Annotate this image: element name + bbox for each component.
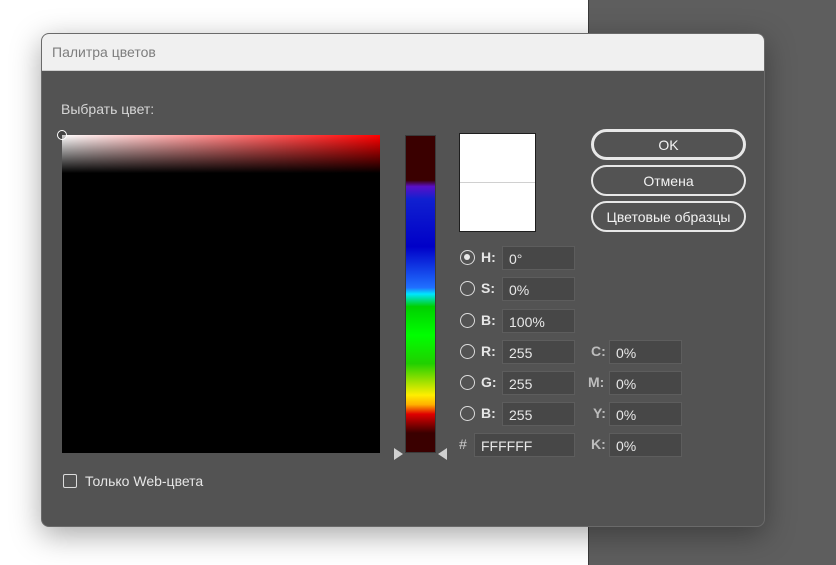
hue-radio[interactable] — [460, 250, 475, 265]
saturation-label: S: — [481, 280, 495, 296]
brightness-label: B: — [481, 312, 496, 328]
hue-slider-handle-left[interactable] — [394, 448, 403, 460]
color-picker-dialog: Палитра цветов Выбрать цвет: OK Отмена Ц… — [41, 33, 765, 527]
black-label: K: — [591, 436, 606, 452]
black-input[interactable]: 0% — [609, 433, 682, 457]
cyan-input[interactable]: 0% — [609, 340, 682, 364]
cyan-label: C: — [591, 343, 606, 359]
ok-button[interactable]: OK — [591, 129, 746, 160]
hue-slider[interactable] — [405, 135, 436, 453]
hue-slider-handle-right[interactable] — [438, 448, 447, 460]
color-field[interactable] — [57, 130, 380, 453]
choose-color-label: Выбрать цвет: — [61, 101, 155, 117]
red-label: R: — [481, 343, 496, 359]
red-radio[interactable] — [460, 344, 475, 359]
color-preview — [459, 133, 536, 232]
preview-divider — [460, 182, 535, 183]
saturation-input[interactable]: 0% — [502, 277, 575, 301]
web-only-checkbox[interactable] — [63, 474, 77, 488]
blue-input[interactable]: 255 — [502, 402, 575, 426]
dialog-title: Палитра цветов — [52, 44, 156, 60]
yellow-input[interactable]: 0% — [609, 402, 682, 426]
green-label: G: — [481, 374, 497, 390]
brightness-input[interactable]: 100% — [502, 309, 575, 333]
title-bar: Палитра цветов — [42, 34, 764, 71]
red-input[interactable]: 255 — [502, 340, 575, 364]
web-only-label: Только Web-цвета — [85, 473, 204, 489]
hex-input[interactable]: FFFFFF — [474, 433, 575, 457]
green-radio[interactable] — [460, 375, 475, 390]
brightness-radio[interactable] — [460, 313, 475, 328]
hue-label: H: — [481, 249, 496, 265]
color-swatches-button[interactable]: Цветовые образцы — [591, 201, 746, 232]
cancel-button[interactable]: Отмена — [591, 165, 746, 196]
color-field-marker[interactable] — [57, 130, 67, 140]
blue-label: B: — [481, 405, 496, 421]
green-input[interactable]: 255 — [502, 371, 575, 395]
saturation-radio[interactable] — [460, 281, 475, 296]
blue-radio[interactable] — [460, 406, 475, 421]
magenta-input[interactable]: 0% — [609, 371, 682, 395]
hue-input[interactable]: 0° — [502, 246, 575, 270]
hex-label: # — [459, 436, 467, 452]
yellow-label: Y: — [593, 405, 606, 421]
magenta-label: M: — [588, 374, 605, 390]
